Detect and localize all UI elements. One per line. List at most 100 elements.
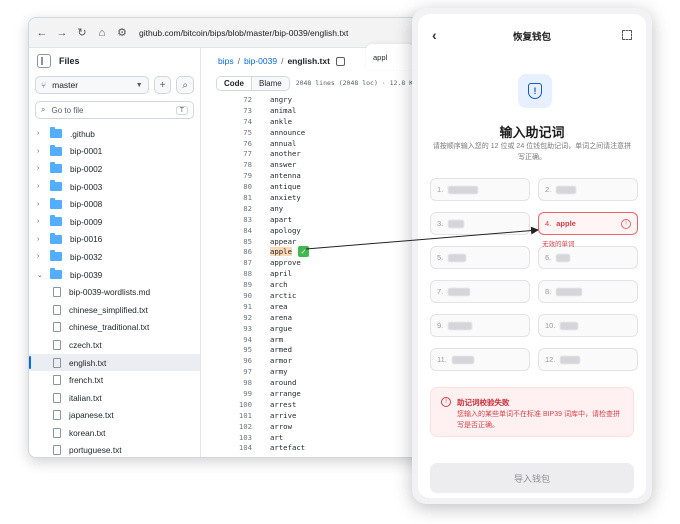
tree-file[interactable]: french.txt xyxy=(29,371,200,389)
branch-selector[interactable]: ⑂ master ▼ xyxy=(35,76,149,94)
line-number[interactable]: 98 xyxy=(202,378,270,387)
mnemonic-input-1[interactable]: 1. xyxy=(430,178,530,201)
mnemonic-input-11[interactable]: 11. xyxy=(430,348,530,371)
line-number[interactable]: 77 xyxy=(202,149,270,158)
line-number[interactable]: 97 xyxy=(202,367,270,376)
word-index: 10. xyxy=(545,321,556,330)
line-number[interactable]: 84 xyxy=(202,226,270,235)
line-number[interactable]: 100 xyxy=(202,400,270,409)
line-number[interactable]: 99 xyxy=(202,389,270,398)
mnemonic-input-6[interactable]: 6. xyxy=(538,246,638,269)
line-number[interactable]: 102 xyxy=(202,422,270,431)
tree-folder[interactable]: › bip-0001 xyxy=(29,143,200,161)
word-text: arctic xyxy=(270,290,297,300)
tree-item-label: bip-0002 xyxy=(70,163,103,174)
tree-file[interactable]: czech.txt xyxy=(29,336,200,354)
tab-blame[interactable]: Blame xyxy=(251,76,289,90)
tab-code[interactable]: Code xyxy=(217,76,251,90)
tree-folder[interactable]: › .github xyxy=(29,125,200,143)
shield-alert-icon: ! xyxy=(528,83,542,99)
browser-window: ← → ↻ ⌂ ⚙ github.com/bitcoin/bips/blob/m… xyxy=(28,17,432,458)
line-number[interactable]: 81 xyxy=(202,193,270,202)
go-to-file-placeholder: Go to file xyxy=(51,105,84,115)
tree-folder[interactable]: ⌄ bip-0039 xyxy=(29,266,200,284)
sidebar-toggle-icon[interactable] xyxy=(37,54,51,68)
breadcrumb-folder[interactable]: bip-0039 xyxy=(244,56,277,66)
line-number[interactable]: 79 xyxy=(202,171,270,180)
line-number[interactable]: 85 xyxy=(202,237,270,246)
mnemonic-input-5[interactable]: 5. xyxy=(430,246,530,269)
tree-folder[interactable]: › bip-0008 xyxy=(29,195,200,213)
copy-path-icon[interactable] xyxy=(335,56,345,66)
tree-file[interactable]: italian.txt xyxy=(29,389,200,407)
line-number[interactable]: 91 xyxy=(202,302,270,311)
search-files-button[interactable]: ⌕ xyxy=(176,76,194,94)
line-number[interactable]: 86 xyxy=(202,247,270,256)
forward-arrow-icon[interactable]: → xyxy=(55,26,69,40)
line-number[interactable]: 83 xyxy=(202,215,270,224)
code-line: 87 approve xyxy=(202,257,431,268)
redacted-word xyxy=(448,321,473,330)
word-text: arch xyxy=(270,280,288,290)
tree-file[interactable]: chinese_simplified.txt xyxy=(29,301,200,319)
add-file-button[interactable]: + xyxy=(153,76,172,94)
line-number[interactable]: 72 xyxy=(202,95,270,104)
mnemonic-input-9[interactable]: 9. xyxy=(430,314,530,337)
mnemonic-input-4[interactable]: 4. apple! xyxy=(538,212,638,235)
line-number[interactable]: 88 xyxy=(202,269,270,278)
line-number[interactable]: 75 xyxy=(202,128,270,137)
file-icon xyxy=(53,427,61,438)
find-in-page-box[interactable]: appl xyxy=(366,44,414,70)
tree-file[interactable]: bip-0039-wordlists.md xyxy=(29,283,200,301)
import-wallet-button[interactable]: 导入钱包 xyxy=(430,463,634,493)
tree-file[interactable]: chinese_traditional.txt xyxy=(29,319,200,337)
line-number[interactable]: 73 xyxy=(202,106,270,115)
line-number[interactable]: 94 xyxy=(202,335,270,344)
line-number[interactable]: 90 xyxy=(202,291,270,300)
redacted-word xyxy=(448,253,467,262)
line-number[interactable]: 103 xyxy=(202,433,270,442)
line-number[interactable]: 95 xyxy=(202,345,270,354)
line-number[interactable]: 76 xyxy=(202,139,270,148)
back-arrow-icon[interactable]: ← xyxy=(35,26,49,40)
tree-folder[interactable]: › bip-0002 xyxy=(29,160,200,178)
tree-file[interactable]: portuguese.txt xyxy=(29,442,200,457)
line-number[interactable]: 104 xyxy=(202,443,270,452)
mnemonic-input-2[interactable]: 2. xyxy=(538,178,638,201)
code-line: 99 arrange xyxy=(202,388,431,399)
url-text[interactable]: github.com/bitcoin/bips/blob/master/bip-… xyxy=(139,28,348,38)
home-icon[interactable]: ⌂ xyxy=(95,26,109,40)
mnemonic-input-8[interactable]: 8. xyxy=(538,280,638,303)
tree-file[interactable]: english.txt xyxy=(29,353,200,372)
tree-file[interactable]: korean.txt xyxy=(29,424,200,442)
mnemonic-input-10[interactable]: 10. xyxy=(538,314,638,337)
fullscreen-icon[interactable] xyxy=(622,30,632,40)
chevron-right-icon: › xyxy=(37,235,40,243)
reload-icon[interactable]: ↻ xyxy=(75,26,89,40)
line-number[interactable]: 92 xyxy=(202,313,270,322)
file-meta: 2048 lines (2048 loc) · 12.8 KB xyxy=(295,79,418,87)
mnemonic-input-7[interactable]: 7. xyxy=(430,280,530,303)
tree-folder[interactable]: › bip-0009 xyxy=(29,213,200,231)
line-number[interactable]: 82 xyxy=(202,204,270,213)
line-number[interactable]: 101 xyxy=(202,411,270,420)
back-chevron-icon[interactable]: ‹ xyxy=(432,27,437,43)
tree-folder[interactable]: › bip-0016 xyxy=(29,231,200,249)
site-settings-icon[interactable]: ⚙ xyxy=(115,26,129,40)
line-number[interactable]: 96 xyxy=(202,356,270,365)
line-number[interactable]: 74 xyxy=(202,117,270,126)
code-line: 97 army xyxy=(202,366,431,377)
breadcrumb-repo[interactable]: bips xyxy=(218,56,234,66)
tree-file[interactable]: japanese.txt xyxy=(29,407,200,425)
line-number[interactable]: 80 xyxy=(202,182,270,191)
line-number[interactable]: 87 xyxy=(202,258,270,267)
mnemonic-input-3[interactable]: 3. xyxy=(430,212,530,235)
go-to-file-input[interactable]: ⌕ Go to file T xyxy=(35,101,194,119)
tree-folder[interactable]: › bip-0003 xyxy=(29,178,200,196)
code-line: 89 arch xyxy=(202,279,431,290)
line-number[interactable]: 93 xyxy=(202,324,270,333)
line-number[interactable]: 78 xyxy=(202,160,270,169)
tree-folder[interactable]: › bip-0032 xyxy=(29,248,200,266)
line-number[interactable]: 89 xyxy=(202,280,270,289)
mnemonic-input-12[interactable]: 12. xyxy=(538,348,638,371)
